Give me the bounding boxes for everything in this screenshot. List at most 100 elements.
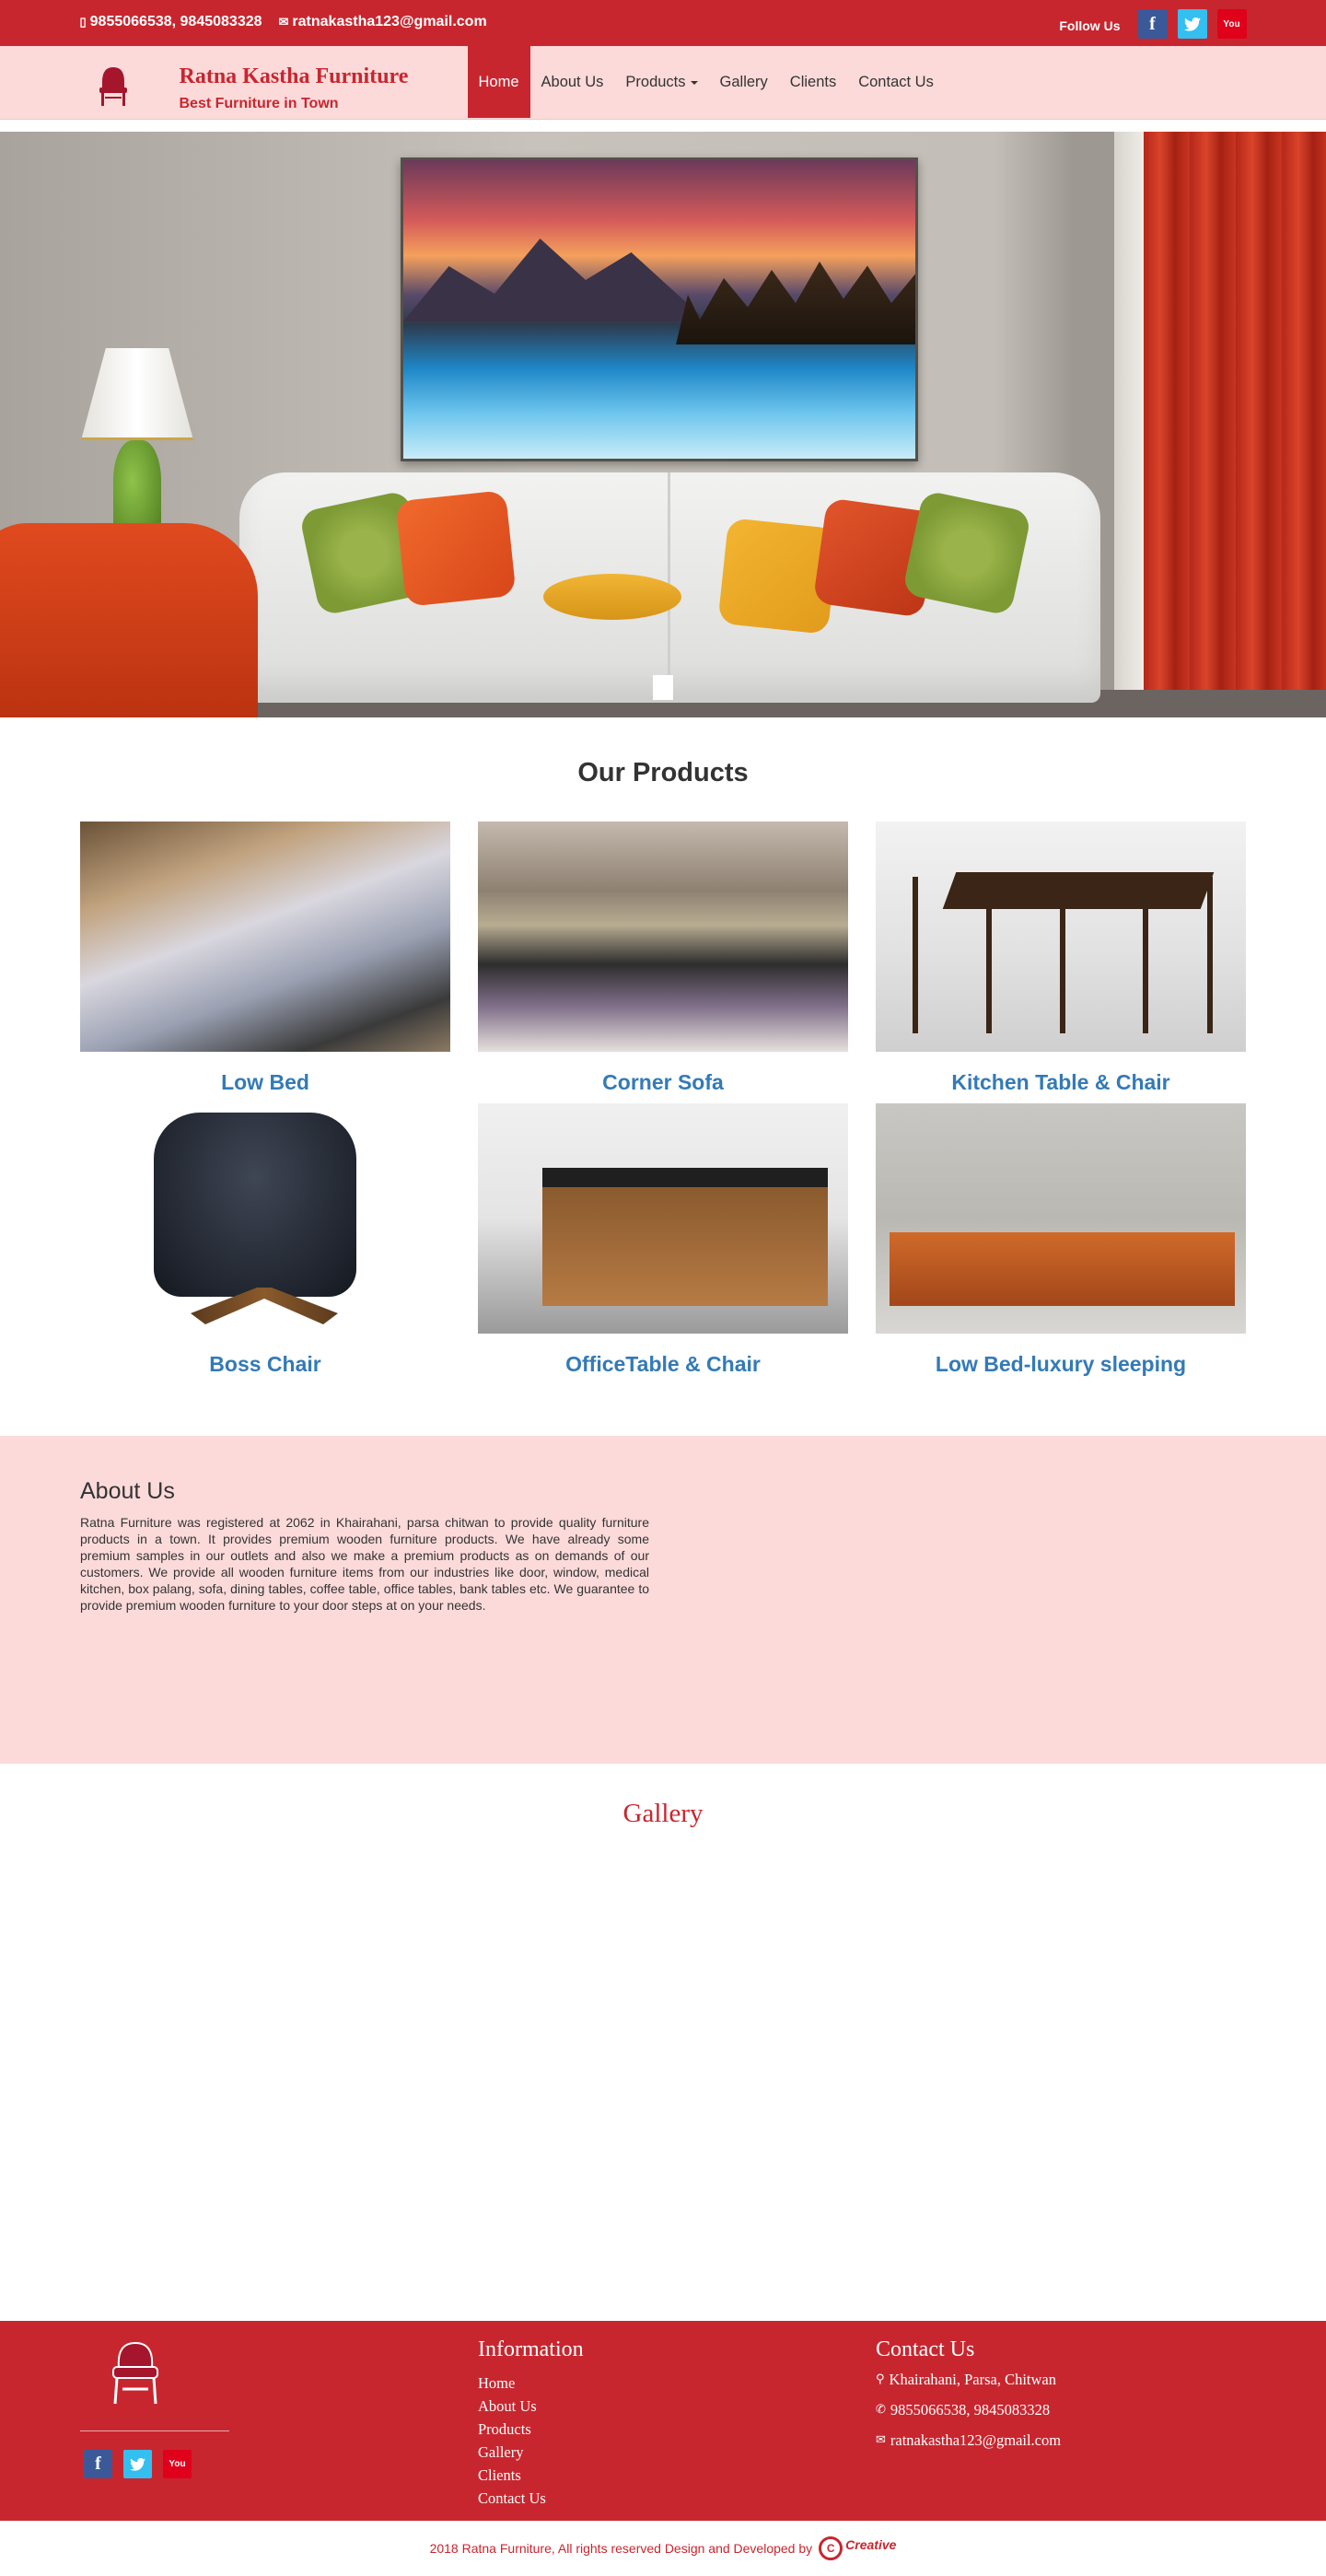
footer-link-gallery[interactable]: Gallery xyxy=(478,2441,584,2464)
caret-down-icon xyxy=(690,81,698,85)
footer-phone-text: 9855066538, 9845083328 xyxy=(890,2401,1051,2419)
product-card[interactable]: Low Bed-luxury sleeping xyxy=(876,1103,1246,1385)
footer-email-text: ratnakastha123@gmail.com xyxy=(890,2431,1062,2449)
follow-label: Follow Us xyxy=(1059,18,1121,33)
twitter-bird-icon xyxy=(130,2457,145,2471)
footer-email[interactable]: ✉ ratnakastha123@gmail.com xyxy=(876,2425,1061,2455)
footer-contact: Contact Us ⚲ Khairahani, Parsa, Chitwan ✆… xyxy=(876,2337,1061,2455)
kitchen-table-image[interactable] xyxy=(876,822,1246,1052)
office-table-image[interactable] xyxy=(478,1103,848,1334)
pillow-yellow-center xyxy=(543,574,681,620)
follow-us: Follow Us f You xyxy=(1059,9,1247,39)
main-menu: Home About Us Products Gallery Clients C… xyxy=(467,46,945,118)
developer-logo[interactable]: C Creative xyxy=(819,2536,896,2560)
products-title: Our Products xyxy=(577,758,749,787)
footer-link-home[interactable]: Home xyxy=(478,2372,584,2395)
envelope-icon: ✉ xyxy=(278,15,289,29)
boss-chair-image[interactable] xyxy=(80,1103,450,1334)
nav-gallery[interactable]: Gallery xyxy=(709,46,779,118)
product-name[interactable]: Corner Sofa xyxy=(478,1070,848,1095)
painting-trees xyxy=(676,262,915,344)
gallery-section: Gallery xyxy=(0,1764,1326,2321)
nav-clients[interactable]: Clients xyxy=(779,46,847,118)
facebook-icon[interactable]: f xyxy=(1137,9,1168,39)
phone-icon: ▯ xyxy=(79,15,87,29)
copyright-text: 2018 Ratna Furniture, All rights reserve… xyxy=(429,2541,813,2556)
footer-chair-logo-icon[interactable] xyxy=(108,2337,163,2407)
twitter-bird-icon xyxy=(1183,17,1201,31)
bed-frame xyxy=(890,1232,1235,1306)
product-name[interactable]: OfficeTable & Chair xyxy=(478,1352,848,1377)
phone-icon: ✆ xyxy=(876,2403,886,2417)
footer-link-about[interactable]: About Us xyxy=(478,2395,584,2418)
nav-home[interactable]: Home xyxy=(467,46,530,118)
table-top xyxy=(942,872,1215,909)
footer-link-contact[interactable]: Contact Us xyxy=(478,2487,584,2510)
brand-name: Ratna Kastha Furniture xyxy=(179,64,409,88)
products-grid: Low Bed Corner Sofa Kitchen Table & Chai… xyxy=(80,822,1326,1385)
chair-logo-icon[interactable] xyxy=(97,65,130,108)
hero-sofa xyxy=(239,472,1100,703)
footer-twitter-icon[interactable] xyxy=(123,2450,152,2478)
about-section: About Us Ratna Furniture was registered … xyxy=(0,1436,1326,1764)
footer-contact-title: Contact Us xyxy=(876,2337,975,2361)
map-marker-icon: ⚲ xyxy=(876,2372,885,2386)
twitter-icon[interactable] xyxy=(1177,9,1207,39)
product-name[interactable]: Boss Chair xyxy=(80,1352,450,1377)
about-body: Ratna Furniture was registered at 2062 i… xyxy=(80,1515,649,1613)
top-contact: ▯ 9855066538, 9845083328 ✉ ratnakastha12… xyxy=(80,14,487,30)
navbar: Ratna Kastha Furniture Best Furniture in… xyxy=(0,46,1326,120)
nav-products[interactable]: Products xyxy=(614,46,708,118)
hero-armchair xyxy=(0,523,258,717)
copyright-bar: 2018 Ratna Furniture, All rights reserve… xyxy=(0,2521,1326,2576)
gallery-title: Gallery xyxy=(622,1799,704,1828)
footer-address: ⚲ Khairahani, Parsa, Chitwan xyxy=(876,2364,1061,2395)
luxury-bed-image[interactable] xyxy=(876,1103,1246,1334)
youtube-icon[interactable]: You xyxy=(1216,9,1247,39)
footer-facebook-icon[interactable]: f xyxy=(84,2450,112,2478)
brand-tagline: Best Furniture in Town xyxy=(179,96,339,111)
product-card[interactable]: Corner Sofa xyxy=(478,822,848,1103)
footer-information: Information Home About Us Products Galle… xyxy=(478,2337,584,2510)
product-name[interactable]: Low Bed-luxury sleeping xyxy=(876,1352,1246,1377)
nav-products-label: Products xyxy=(625,73,686,90)
chair-seat xyxy=(154,1113,356,1297)
chair-leg xyxy=(1207,877,1213,1033)
hero-slider[interactable] xyxy=(0,132,1326,717)
top-bar: ▯ 9855066538, 9845083328 ✉ ratnakastha12… xyxy=(0,0,1326,46)
product-card[interactable]: Kitchen Table & Chair xyxy=(876,822,1246,1103)
corner-sofa-image[interactable] xyxy=(478,822,848,1052)
office-desk xyxy=(542,1168,828,1306)
brand[interactable]: Ratna Kastha Furniture Best Furniture in… xyxy=(180,64,409,112)
chair-leg xyxy=(1143,877,1148,1033)
footer-info-title: Information xyxy=(478,2337,584,2361)
footer-link-clients[interactable]: Clients xyxy=(478,2464,584,2487)
footer-social: f You xyxy=(84,2450,203,2478)
top-phone: 9855066538, 9845083328 xyxy=(89,14,262,29)
nav-about[interactable]: About Us xyxy=(530,46,615,118)
footer-youtube-icon[interactable]: You xyxy=(163,2450,192,2478)
product-name[interactable]: Kitchen Table & Chair xyxy=(876,1070,1246,1095)
products-section: Our Products Low Bed Corner Sofa Kitchen… xyxy=(0,717,1326,1436)
footer: f You Information Home About Us Products… xyxy=(0,2321,1326,2521)
footer-divider xyxy=(80,2430,229,2431)
footer-phone: ✆ 9855066538, 9845083328 xyxy=(876,2395,1061,2425)
creative-c-icon: C xyxy=(819,2536,843,2560)
chair-leg xyxy=(986,877,992,1033)
footer-link-products[interactable]: Products xyxy=(478,2418,584,2441)
product-card[interactable]: OfficeTable & Chair xyxy=(478,1103,848,1385)
product-card[interactable]: Low Bed xyxy=(80,822,450,1103)
slider-indicator[interactable] xyxy=(653,675,673,700)
low-bed-image[interactable] xyxy=(80,822,450,1052)
pillow-orange-left xyxy=(395,490,517,607)
product-card[interactable]: Boss Chair xyxy=(80,1103,450,1385)
hero-painting xyxy=(401,157,918,461)
nav-contact[interactable]: Contact Us xyxy=(847,46,945,118)
developer-name: Creative xyxy=(845,2537,897,2552)
footer-address-text: Khairahani, Parsa, Chitwan xyxy=(889,2371,1056,2388)
top-email[interactable]: ✉ ratnakastha123@gmail.com xyxy=(279,14,487,30)
pillow-green-right xyxy=(901,489,1032,617)
hero-curtain xyxy=(1144,132,1326,717)
product-name[interactable]: Low Bed xyxy=(80,1070,450,1095)
chair-leg xyxy=(913,877,918,1033)
